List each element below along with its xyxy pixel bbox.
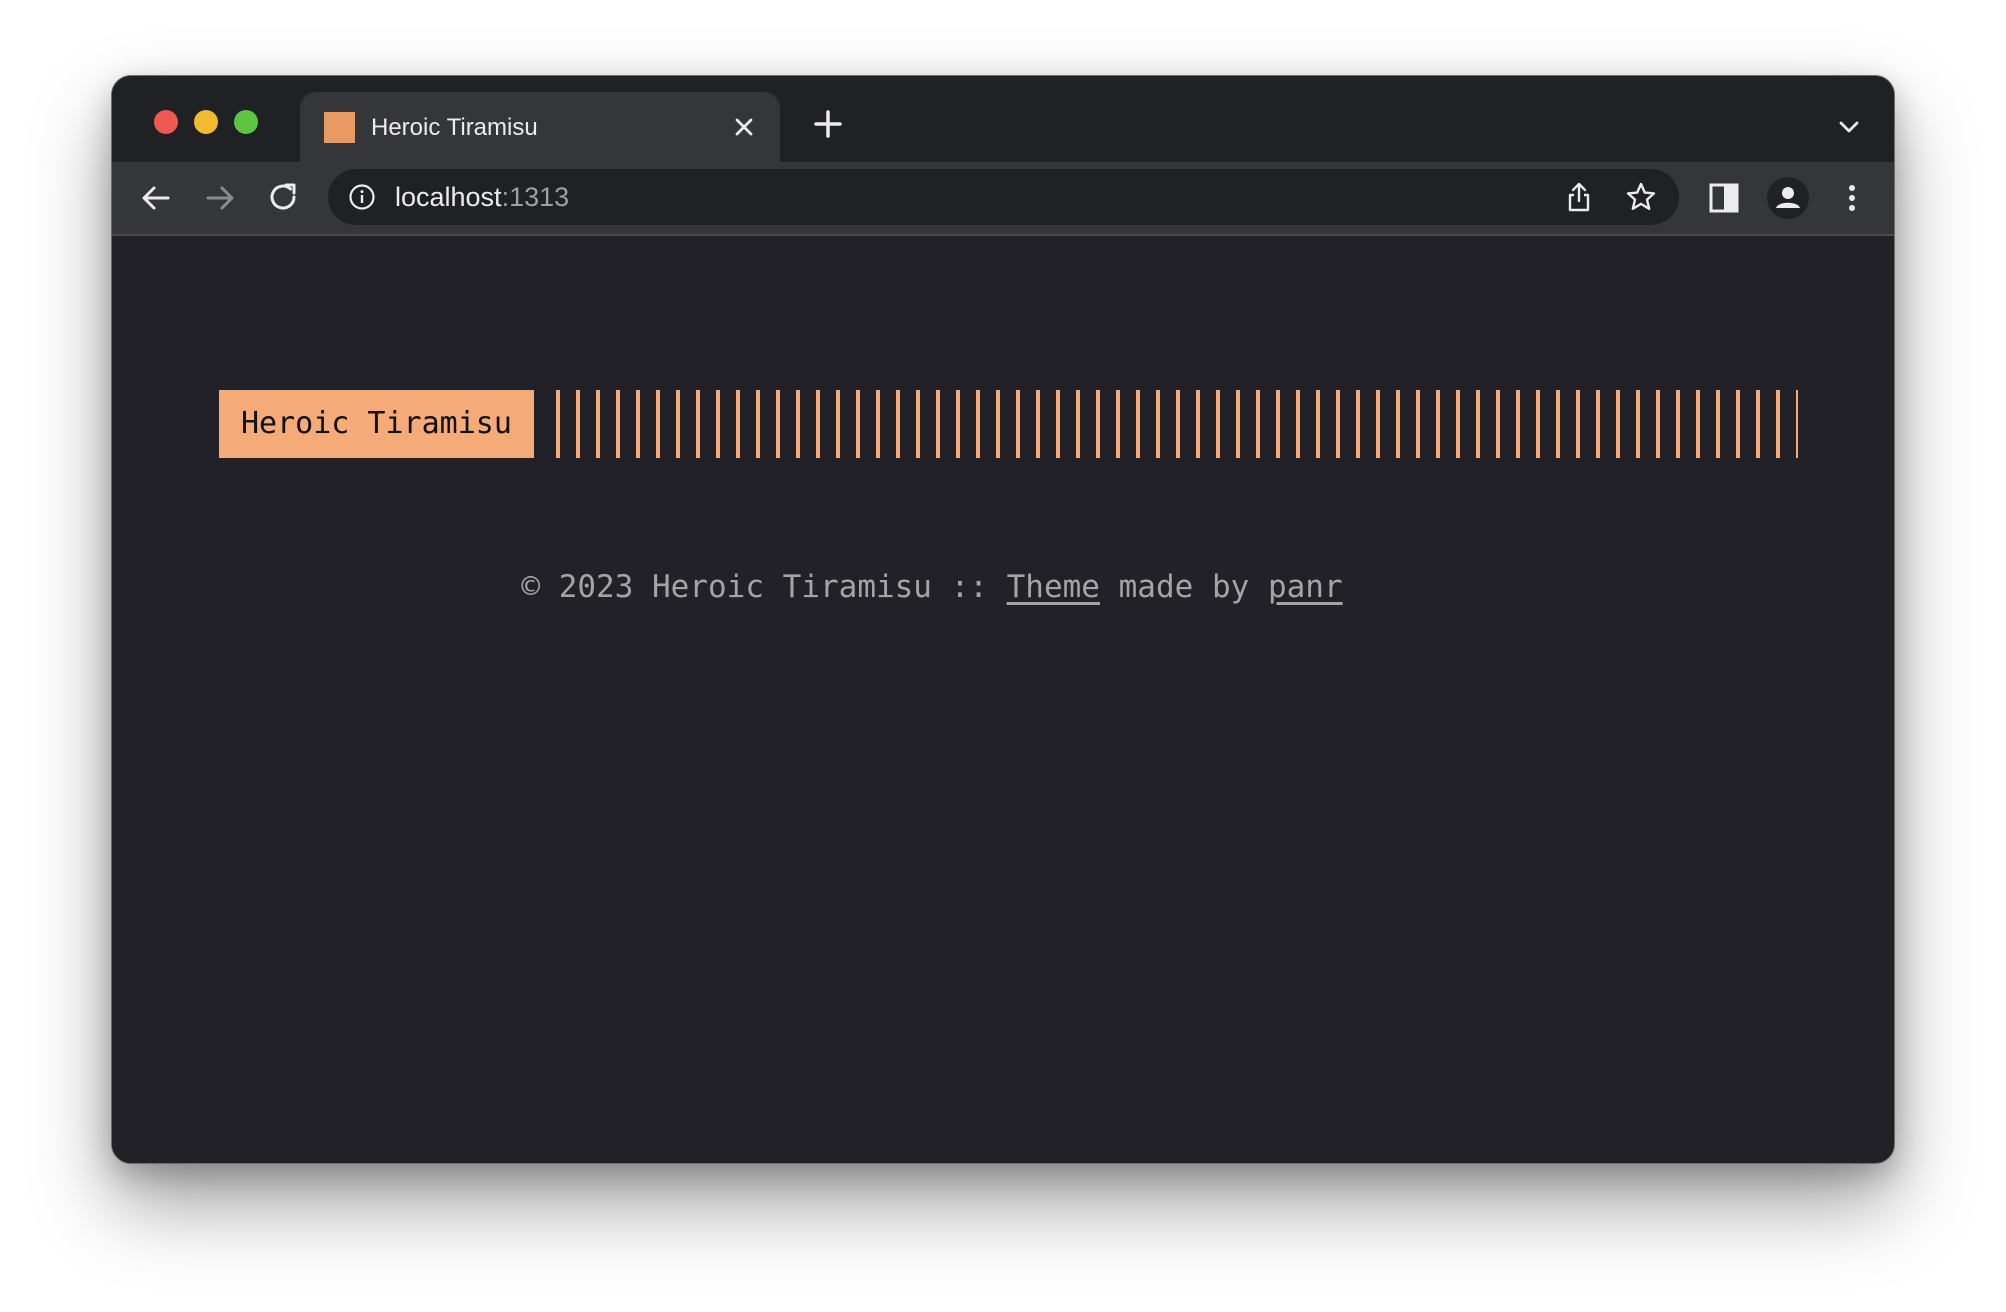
- page-content: Heroic Tiramisu © 2023 Heroic Tiramisu :…: [112, 236, 1894, 1163]
- profile-icon: [1767, 177, 1809, 219]
- share-icon[interactable]: [1561, 179, 1597, 215]
- arrow-left-icon: [142, 186, 170, 210]
- site-logo[interactable]: Heroic Tiramisu: [219, 390, 534, 458]
- chevron-down-icon: [1839, 121, 1859, 133]
- close-icon[interactable]: [726, 109, 762, 145]
- footer-made-by: made by: [1099, 569, 1268, 605]
- tab-title: Heroic Tiramisu: [371, 114, 538, 141]
- tab-strip: Heroic Tiramisu: [112, 76, 1894, 162]
- url-host: localhost: [395, 182, 502, 212]
- side-panel-icon: [1709, 183, 1739, 213]
- star-icon[interactable]: [1623, 179, 1659, 215]
- more-vertical-icon: [1849, 185, 1855, 211]
- browser-toolbar: localhost:1313: [112, 162, 1894, 236]
- info-icon[interactable]: [348, 183, 376, 211]
- footer-copyright: © 2023 Heroic Tiramisu ::: [521, 569, 1007, 605]
- theme-link[interactable]: Theme: [1007, 569, 1100, 605]
- footer: © 2023 Heroic Tiramisu :: Theme made by …: [112, 567, 1752, 607]
- forward-button[interactable]: [198, 176, 242, 220]
- maximize-window-button[interactable]: [234, 110, 258, 134]
- menu-button[interactable]: [1830, 176, 1874, 220]
- reload-button[interactable]: [262, 176, 306, 220]
- new-tab-button[interactable]: [810, 106, 846, 142]
- reload-icon: [270, 183, 296, 210]
- profile-button[interactable]: [1766, 176, 1810, 220]
- plus-icon: [814, 110, 842, 138]
- browser-window: Heroic Tiramisu localhost:1313 Heroic Ti…: [111, 75, 1895, 1164]
- back-button[interactable]: [134, 176, 178, 220]
- tab-search-button[interactable]: [1834, 112, 1864, 142]
- side-panel-button[interactable]: [1702, 176, 1746, 220]
- url-port: :1313: [501, 182, 570, 212]
- arrow-right-icon: [206, 186, 234, 210]
- logo-decoration: [556, 390, 1798, 458]
- tab-active[interactable]: Heroic Tiramisu: [300, 92, 780, 162]
- minimize-window-button[interactable]: [194, 110, 218, 134]
- favicon-icon: [324, 112, 355, 143]
- close-window-button[interactable]: [154, 110, 178, 134]
- author-link[interactable]: panr: [1268, 569, 1343, 605]
- address-bar[interactable]: localhost:1313: [328, 169, 1679, 225]
- url-text[interactable]: localhost:1313: [395, 181, 569, 213]
